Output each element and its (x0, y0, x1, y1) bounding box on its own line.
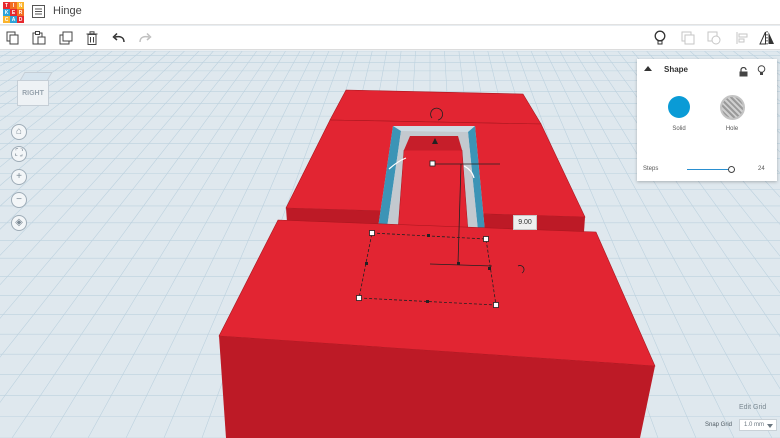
snap-grid-select[interactable]: 1.0 mm (739, 419, 777, 431)
steps-slider-thumb[interactable] (727, 166, 735, 173)
toolbar (0, 26, 780, 50)
logo-letter: R (17, 9, 24, 16)
copy-icon[interactable] (5, 30, 21, 46)
ungroup-icon[interactable] (706, 30, 722, 46)
dimension-input[interactable]: 9.00 (513, 215, 537, 230)
logo-letter: I (10, 2, 17, 9)
handle-bottom-left[interactable] (356, 295, 362, 301)
handle-top-left[interactable] (369, 230, 375, 236)
logo-letter: N (17, 2, 24, 9)
fit-view-icon[interactable]: ⛶ (11, 146, 27, 162)
collapse-caret-icon[interactable] (644, 66, 652, 71)
solid-label: Solid (672, 126, 686, 132)
handle-top-right[interactable] (483, 236, 489, 242)
visibility-bulb-icon[interactable] (757, 63, 766, 75)
mirror-icon[interactable] (759, 30, 775, 46)
tinkercad-logo[interactable]: TINKERCAD (3, 2, 25, 23)
front-block[interactable] (218, 219, 656, 438)
hole-label: Hole (725, 126, 739, 132)
group-icon[interactable] (680, 30, 696, 46)
logo-letter: D (17, 16, 24, 23)
logo-letter: T (3, 2, 10, 9)
delete-icon[interactable] (84, 30, 100, 46)
slot-cutout (378, 126, 485, 232)
steps-label: Steps (643, 166, 659, 172)
logo-letter: K (3, 9, 10, 16)
zoom-out-icon[interactable]: − (11, 192, 27, 208)
zoom-in-icon[interactable]: + (11, 169, 27, 185)
handle-bottom-right[interactable] (493, 302, 499, 308)
perspective-icon[interactable]: ◈ (11, 215, 27, 231)
design-list-icon[interactable] (32, 5, 45, 18)
lock-icon[interactable] (739, 64, 748, 77)
chevron-down-icon (767, 424, 773, 428)
duplicate-icon[interactable] (58, 30, 74, 46)
undo-icon[interactable] (111, 30, 127, 46)
title-bar: TINKERCAD Hinge (0, 0, 780, 25)
snap-grid-value: 1.0 mm (744, 422, 765, 428)
home-icon[interactable]: ⌂ (11, 124, 27, 140)
redo-icon[interactable] (137, 30, 153, 46)
document-title[interactable]: Hinge (53, 5, 82, 17)
panel-title: Shape (664, 65, 689, 74)
view-cube[interactable]: RIGHT (16, 70, 53, 106)
logo-letter: C (3, 16, 10, 23)
paste-icon[interactable] (31, 30, 47, 46)
light-bulb-icon[interactable] (652, 30, 668, 46)
solid-button[interactable] (668, 96, 690, 118)
shape-panel: Shape Solid Hole Steps 24 (637, 59, 777, 181)
height-handle[interactable] (429, 160, 436, 167)
steps-value[interactable]: 24 (758, 166, 765, 172)
edit-grid-button[interactable]: Edit Grid (739, 404, 766, 411)
hole-button[interactable] (720, 95, 745, 120)
logo-letter: A (10, 16, 17, 23)
logo-letter: E (10, 9, 17, 16)
view-cube-face[interactable]: RIGHT (17, 80, 49, 106)
snap-grid-label: Snap Grid (705, 422, 733, 428)
align-icon[interactable] (734, 30, 750, 46)
